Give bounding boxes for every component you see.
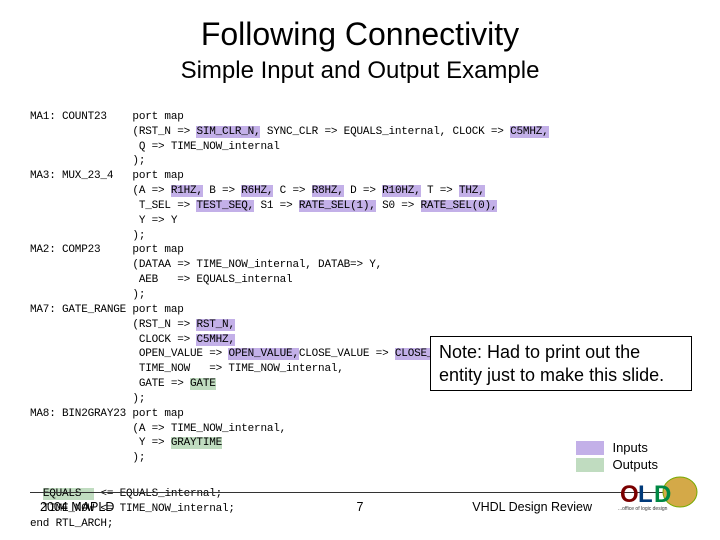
code-line: Y => Y — [30, 215, 177, 227]
hl-input: RATE_SEL(1), — [299, 200, 376, 212]
hl-input: C5MHZ, — [510, 126, 548, 138]
code-text: <= EQUALS_internal; — [94, 488, 222, 500]
code-line: OPEN_VALUE => — [30, 348, 228, 360]
hl-output: GRAYTIME — [171, 437, 222, 449]
hl-input: OPEN_VALUE, — [228, 348, 298, 360]
code-line: end RTL_ARCH; — [30, 518, 113, 530]
code-line: (RST_N => — [30, 319, 196, 331]
logo-icon: O L D ...office of logic design — [618, 476, 698, 512]
svg-text:L: L — [638, 481, 653, 508]
code-line: GATE => — [30, 378, 190, 390]
code-line: AEB => EQUALS_internal — [30, 274, 292, 286]
code-line: ); — [30, 230, 145, 242]
hl-output: EQUALS — [43, 488, 94, 500]
code-text: CLOSE_VALUE => — [299, 348, 395, 360]
hl-input: C5MHZ, — [196, 334, 234, 346]
footer-right: VHDL Design Review — [472, 500, 592, 514]
footer-page-number: 7 — [357, 500, 364, 514]
code-text: C => — [273, 185, 311, 197]
legend: Inputs Outputs — [576, 440, 658, 474]
code-line: (A => TIME_NOW_internal, — [30, 423, 286, 435]
code-line: ); — [30, 289, 145, 301]
svg-text:D: D — [654, 481, 671, 508]
legend-row-outputs: Outputs — [576, 457, 658, 472]
hl-input: THZ, — [459, 185, 485, 197]
legend-label: Outputs — [612, 457, 658, 472]
code-line: Q => TIME_NOW_internal — [30, 141, 280, 153]
code-line: Y => — [30, 437, 171, 449]
code-line: ); — [30, 393, 145, 405]
code-line: T_SEL => — [30, 200, 196, 212]
code-text — [30, 488, 43, 500]
hl-output: GATE — [190, 378, 216, 390]
legend-swatch-inputs — [576, 441, 604, 455]
code-text: T => — [421, 185, 459, 197]
hl-input: RATE_SEL(0), — [421, 200, 498, 212]
legend-swatch-outputs — [576, 458, 604, 472]
note-box: Note: Had to print out the entity just t… — [430, 336, 692, 391]
svg-text:...office of logic design: ...office of logic design — [618, 506, 668, 512]
code-line: MA7: GATE_RANGE port map — [30, 304, 184, 316]
legend-label: Inputs — [612, 440, 647, 455]
code-line: (A => — [30, 185, 171, 197]
code-text: B => — [203, 185, 241, 197]
hl-input: R1HZ, — [171, 185, 203, 197]
code-line: TIME_NOW => TIME_NOW_internal, — [30, 363, 344, 375]
code-line: MA2: COMP23 port map — [30, 244, 184, 256]
hl-input: R10HZ, — [382, 185, 420, 197]
legend-row-inputs: Inputs — [576, 440, 658, 455]
code-line: MA8: BIN2GRAY23 port map — [30, 408, 184, 420]
code-line: CLOCK => — [30, 334, 196, 346]
code-line: (DATAA => TIME_NOW_internal, DATAB=> Y, — [30, 259, 382, 271]
code-line: (RST_N => — [30, 126, 196, 138]
code-line: ); — [30, 155, 145, 167]
code-text: S0 => — [376, 200, 421, 212]
footer-left: 2004 MAPLD — [40, 500, 114, 514]
code-text: SYNC_CLR => EQUALS_internal, CLOCK => — [260, 126, 510, 138]
hl-input: R6HZ, — [241, 185, 273, 197]
slide-title: Following Connectivity — [30, 16, 690, 53]
hl-input: SIM_CLR_N, — [196, 126, 260, 138]
code-line: MA1: COUNT23 port map — [30, 111, 184, 123]
code-text: D => — [344, 185, 382, 197]
code-block: MA1: COUNT23 port map (RST_N => SIM_CLR_… — [30, 95, 690, 466]
hl-input: RST_N, — [196, 319, 234, 331]
slide-subtitle: Simple Input and Output Example — [30, 57, 690, 85]
svg-text:O: O — [620, 481, 639, 508]
code-text: S1 => — [254, 200, 299, 212]
hl-input: TEST_SEQ, — [196, 200, 254, 212]
hl-input: R8HZ, — [312, 185, 344, 197]
divider — [30, 492, 690, 493]
code-line: MA3: MUX_23_4 port map — [30, 170, 184, 182]
code-line: ); — [30, 452, 145, 464]
